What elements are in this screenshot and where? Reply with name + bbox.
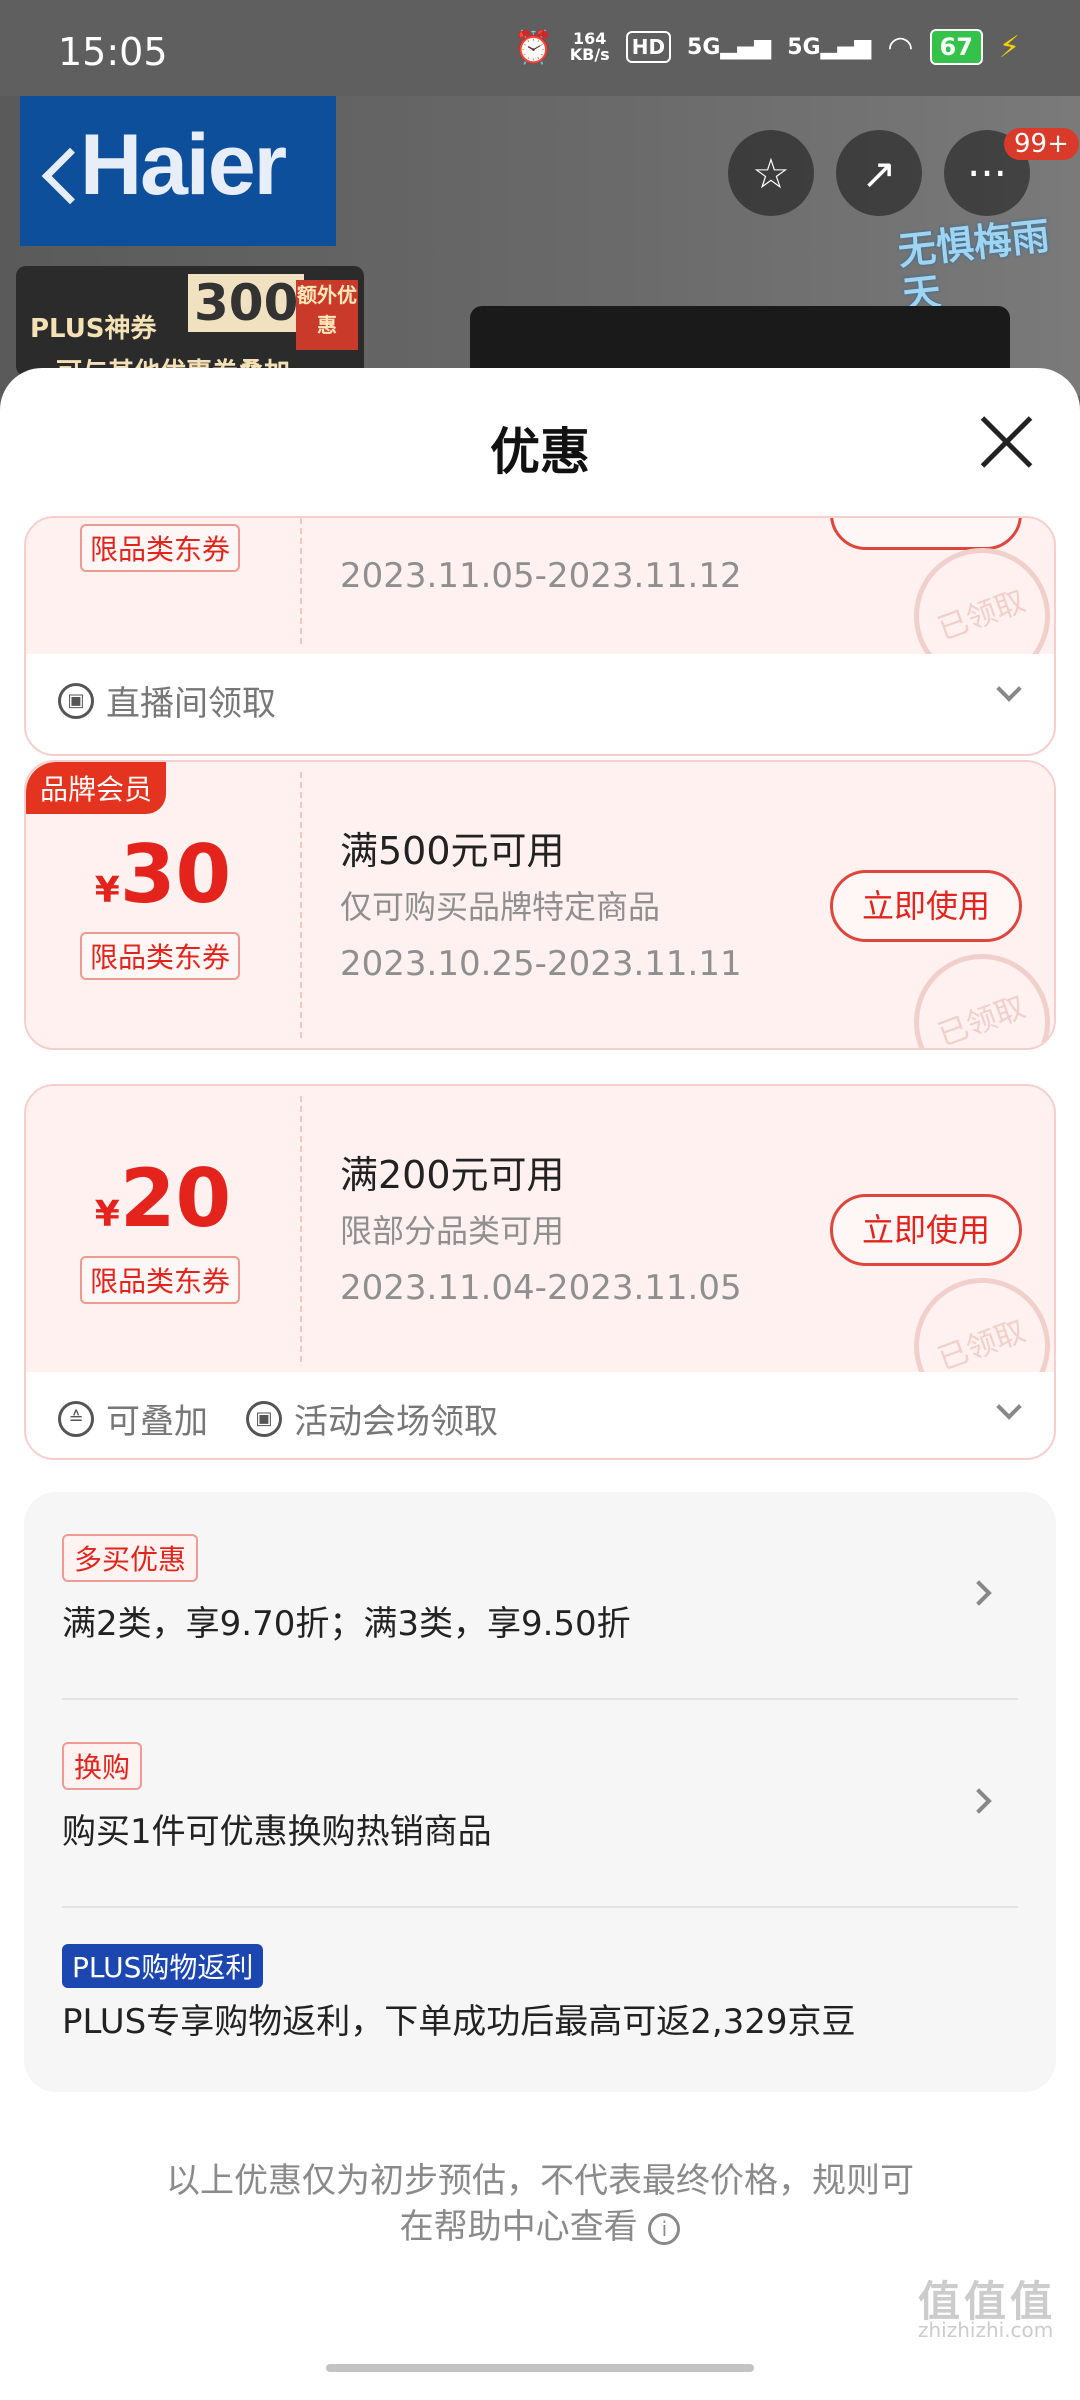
coupon-amount: ¥20 [26,1152,300,1245]
disclaimer: 以上优惠仅为初步预估，不代表最终价格，规则可 在帮助中心查看 i [130,2158,950,2250]
promo-tag: PLUS购物返利 [62,1944,264,1988]
coupon-divider [300,772,302,1038]
notification-badge: 99+ [1004,128,1079,160]
promo-multi-buy[interactable]: 多买优惠 满2类，享9.70折；满3类，享9.50折 [62,1534,1018,1645]
coupon-body: ¥20 限品类东券 满200元可用 限部分品类可用 2023.11.04-202… [26,1086,1054,1434]
disclaimer-line2-row: 在帮助中心查看 i [130,2204,950,2250]
net1-label: 5G [687,34,721,60]
star-icon: ☆ [752,148,790,198]
coupon-date: 2023.11.05-2023.11.12 [340,556,742,596]
hd-icon: HD [625,31,672,63]
footer-source-label: 活动会场领取 [294,1402,498,1442]
coupon-divider [300,518,302,644]
alarm-icon: ⏰ [513,28,554,66]
product-banner: Haier PLUS神券 300 额外优惠 可与其他优惠券叠加 ☆ ↗ ··· … [0,96,1080,396]
signal-5g-2-icon: 5G▂▄▆ [787,34,872,60]
share-button[interactable]: ↗ [836,130,922,216]
promotions-panel: 多买优惠 满2类，享9.70折；满3类，享9.50折 换购 购买1件可优惠换购热… [24,1492,1056,2092]
net-speed-unit: KB/s [569,45,610,64]
promo-plus-rebate: PLUS购物返利 PLUS专享购物返利，下单成功后最高可返2,329京豆 [62,1944,1018,2043]
coupon-scope: 仅可购买品牌特定商品 [340,888,661,926]
coupon-body: 限品类东券 2023.11.05-2023.11.12 已领取 [26,518,1054,704]
disclaimer-line1: 以上优惠仅为初步预估，不代表最终价格，规则可 [166,2161,914,2201]
status-icons: ⏰ 164 KB/s HD 5G▂▄▆ 5G▂▄▆ ◠ 67 ⚡ [514,28,1020,66]
net2-label: 5G [787,34,821,60]
expand-chevron-icon[interactable] [996,1394,1022,1420]
promo-text: PLUS专享购物返利，下单成功后最高可返2,329京豆 [62,2002,856,2042]
ticket-icon: ▣ [246,1400,282,1437]
promo-tag: 换购 [62,1742,143,1790]
divider [62,1698,1018,1700]
sheet-title: 优惠 [490,423,590,481]
category-tag: 限品类东券 [80,1256,241,1304]
received-stamp: 已领取 [894,934,1054,1048]
use-now-button[interactable]: 立即使用 [830,870,1022,942]
coupon-amount: ¥30 [26,828,300,921]
plus-promo-extra: 额外优惠 [296,280,358,350]
coupon-divider [300,1096,302,1362]
signal-5g-1-icon: 5G▂▄▆ [687,34,772,60]
footer-source: ▣ 直播间领取 [58,676,276,725]
use-now-button[interactable]: 立即使用 [830,1194,1022,1266]
footer-source: ▣ 活动会场领取 [246,1394,498,1443]
home-indicator[interactable] [326,2364,754,2372]
footer-stackable-label: 可叠加 [106,1402,208,1442]
currency-symbol: ¥ [94,870,120,911]
currency-symbol: ¥ [94,1194,120,1235]
coupon-body: 品牌会员 ¥30 限品类东券 满500元可用 仅可购买品牌特定商品 2023.1… [26,762,1054,1048]
banner-slogan: 无惧梅雨天 [895,213,1052,318]
info-icon[interactable]: i [648,2212,681,2245]
disclaimer-line2: 在帮助中心查看 [399,2207,638,2247]
status-bar: 15:05 ⏰ 164 KB/s HD 5G▂▄▆ 5G▂▄▆ ◠ 67 ⚡ [0,0,1080,96]
promo-text: 购买1件可优惠换购热销商品 [62,1812,492,1852]
status-time: 15:05 [58,30,168,74]
promo-text: 满2类，享9.70折；满3类，享9.50折 [62,1604,631,1644]
plus-promo-label: PLUS神券 [30,314,157,344]
charging-icon: ⚡ [998,29,1020,65]
battery-icon: 67 [929,29,983,65]
coupon-card-1: 限品类东券 2023.11.05-2023.11.12 已领取 ▣ 直播间领取 [24,516,1056,756]
footer-source-label: 直播间领取 [106,684,276,724]
coupon-card-2: 品牌会员 ¥30 限品类东券 满500元可用 仅可购买品牌特定商品 2023.1… [24,760,1056,1050]
favorite-button[interactable]: ☆ [728,130,814,216]
amount-value: 20 [119,1152,232,1245]
use-button-partial[interactable] [830,518,1022,550]
net-speed: 164 KB/s [570,31,610,63]
wifi-icon: ◠ [887,29,914,65]
coupon-footer: ▣ 直播间领取 [26,654,1054,738]
discount-sheet: 优惠 限品类东券 2023.11.05-2023.11.12 已领取 ▣ 直播间… [0,368,1080,2400]
stack-icon: ≙ [58,1400,94,1437]
coupon-card-3: ¥20 限品类东券 满200元可用 限部分品类可用 2023.11.04-202… [24,1084,1056,1460]
expand-chevron-icon[interactable] [996,676,1022,702]
close-button[interactable] [976,412,1036,472]
plus-promo-amount: 300 [188,274,305,332]
coupon-scope: 限部分品类可用 [340,1212,565,1250]
coupon-date: 2023.10.25-2023.11.11 [340,944,742,984]
promo-tag: 多买优惠 [62,1534,199,1582]
category-tag: 限品类东券 [80,932,241,980]
divider [62,1906,1018,1908]
coupon-condition: 满500元可用 [340,829,565,873]
watermark-sub: zhizhizhi.com [918,2318,1054,2342]
more-icon: ··· [966,148,1008,198]
promo-trade-in[interactable]: 换购 购买1件可优惠换购热销商品 [62,1742,1018,1853]
footer-stackable: ≙ 可叠加 [58,1394,208,1443]
plus-promo-card: PLUS神券 300 额外优惠 可与其他优惠券叠加 [16,266,364,388]
category-tag: 限品类东券 [80,524,241,572]
share-icon: ↗ [861,148,897,198]
live-icon: ▣ [58,682,94,719]
coupon-footer: ≙ 可叠加 ▣ 活动会场领取 [26,1372,1054,1456]
member-tag: 品牌会员 [26,762,167,814]
coupon-date: 2023.11.04-2023.11.05 [340,1268,742,1308]
coupon-condition: 满200元可用 [340,1153,565,1197]
amount-value: 30 [119,828,232,921]
